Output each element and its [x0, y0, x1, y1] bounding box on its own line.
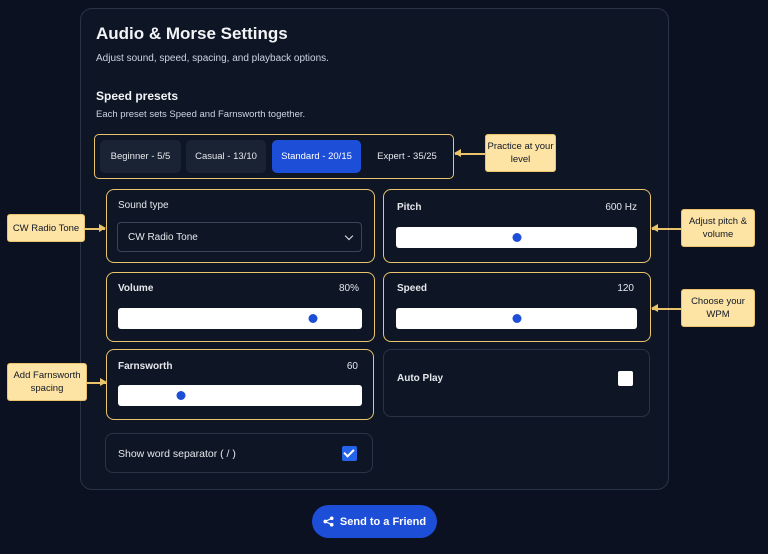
page-subtitle: Adjust sound, speed, spacing, and playba…: [96, 53, 329, 64]
send-button-label: Send to a Friend: [339, 515, 427, 528]
pitch-label: Pitch: [397, 202, 422, 213]
preset-standard-button[interactable]: Standard - 20/15: [272, 140, 361, 173]
sound-type-label: Sound type: [118, 200, 169, 211]
preset-beginner-button[interactable]: Beginner - 5/5: [100, 140, 181, 173]
volume-label: Volume: [118, 283, 154, 294]
farnsworth-value: 60: [346, 361, 358, 372]
presets-title: Speed presets: [96, 89, 179, 103]
callout-farnsworth: Add Farnsworth spacing: [7, 363, 87, 401]
preset-expert-button[interactable]: Expert - 35/25: [366, 140, 448, 173]
callout-sound-type: CW Radio Tone: [7, 214, 85, 242]
auto-play-checkbox[interactable]: [618, 371, 633, 386]
farnsworth-slider[interactable]: [118, 385, 362, 406]
volume-slider[interactable]: [118, 308, 362, 329]
preset-casual-button[interactable]: Casual - 13/10: [186, 140, 266, 173]
speed-slider-thumb[interactable]: [512, 314, 521, 323]
word-separator-checkbox[interactable]: [342, 446, 357, 461]
callout-arrow-pitch: [651, 225, 681, 231]
callout-presets: Practice at your level: [485, 134, 556, 172]
sound-type-select[interactable]: CW Radio Tone: [117, 222, 362, 252]
speed-value: 120: [617, 283, 634, 294]
callout-speed: Choose your WPM: [681, 289, 755, 327]
pitch-value: 600 Hz: [605, 202, 637, 213]
presets-subtitle: Each preset sets Speed and Farnsworth to…: [96, 109, 306, 120]
pitch-card: [383, 189, 651, 263]
pitch-slider-thumb[interactable]: [512, 233, 521, 242]
speed-slider[interactable]: [396, 308, 637, 329]
chevron-down-icon: [344, 231, 354, 241]
callout-arrow-farnsworth: [87, 379, 107, 385]
speed-label: Speed: [397, 283, 428, 294]
send-to-friend-button[interactable]: Send to a Friend: [312, 505, 437, 538]
sound-type-value: CW Radio Tone: [128, 231, 198, 243]
word-separator-label: Show word separator ( / ): [118, 448, 236, 460]
volume-slider-thumb[interactable]: [308, 314, 318, 323]
auto-play-label: Auto Play: [397, 373, 444, 384]
callout-arrow-presets: [454, 150, 485, 156]
farnsworth-label: Farnsworth: [118, 361, 173, 372]
page-title: Audio & Morse Settings: [96, 24, 288, 43]
volume-value: 80%: [338, 283, 359, 294]
share-icon: [323, 516, 334, 527]
callout-arrow-sound-type: [85, 225, 106, 231]
callout-pitch: Adjust pitch & volume: [681, 209, 755, 247]
pitch-slider[interactable]: [396, 227, 637, 248]
callout-arrow-speed: [651, 305, 681, 311]
farnsworth-slider-thumb[interactable]: [176, 391, 186, 400]
